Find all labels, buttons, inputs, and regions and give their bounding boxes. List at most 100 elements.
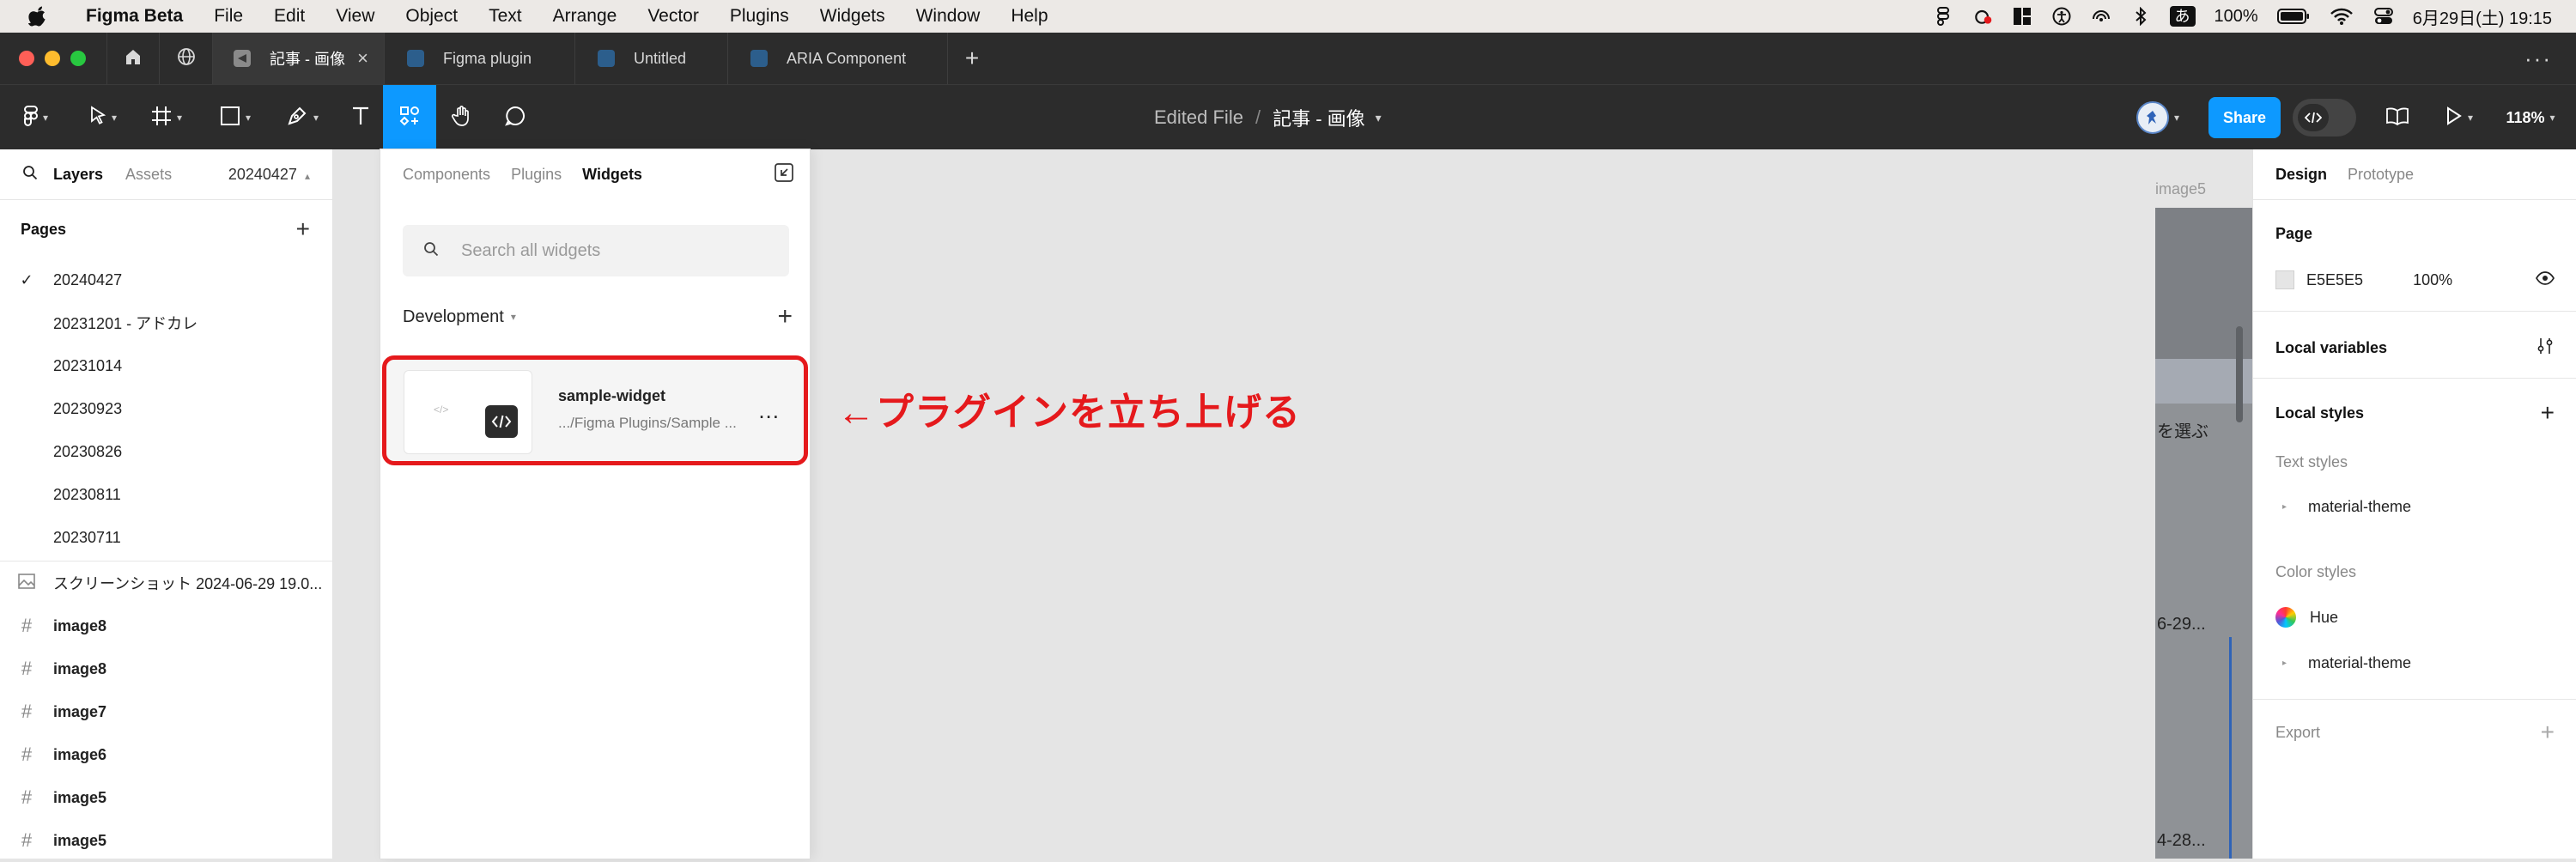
eye-icon[interactable] (2536, 270, 2555, 289)
page-color-swatch[interactable] (2275, 270, 2294, 289)
close-window-button[interactable] (19, 51, 34, 66)
comment-tool[interactable] (489, 85, 541, 150)
design-panel: Design Prototype Page E5E5E5 100% Local … (2252, 149, 2576, 859)
zoom-control[interactable]: 118% ▾ (2492, 85, 2569, 150)
app-menu[interactable]: Figma Beta (70, 6, 198, 27)
canvas-frame[interactable]: を選ぶ 6-29... 4-28... (2155, 208, 2252, 859)
shape-tool[interactable]: ▾ (210, 85, 261, 150)
add-export-button[interactable]: + (2541, 719, 2555, 746)
home-tab[interactable] (106, 33, 160, 84)
menu-vector[interactable]: Vector (632, 6, 714, 27)
layer-item[interactable]: # image7 (0, 690, 332, 733)
page-item[interactable]: 20230923 (0, 387, 332, 430)
new-tab-button[interactable]: + (948, 33, 996, 84)
dev-mode-toggle[interactable] (2293, 99, 2356, 137)
airdrop-icon[interactable] (2091, 7, 2111, 26)
input-method-icon[interactable]: あ (2169, 6, 2196, 27)
widget-more-button[interactable]: ... (758, 398, 780, 424)
current-page-selector[interactable]: 20240427 ▴ (228, 166, 310, 184)
color-style-item[interactable]: Hue (2253, 599, 2576, 635)
minimize-window-button[interactable] (45, 51, 60, 66)
layer-item[interactable]: # image8 (0, 647, 332, 690)
hand-tool[interactable] (436, 85, 488, 150)
frame-scrollbar[interactable] (2236, 326, 2243, 422)
menu-edit[interactable]: Edit (258, 6, 320, 27)
menu-view[interactable]: View (320, 6, 390, 27)
control-center-icon[interactable] (2373, 7, 2394, 26)
zoom-window-button[interactable] (70, 51, 86, 66)
pen-tool[interactable]: ▾ (276, 85, 328, 150)
file-tab-2[interactable]: Untitled (575, 33, 728, 84)
breadcrumb-file[interactable]: Edited File (1154, 106, 1243, 129)
menu-object[interactable]: Object (390, 6, 473, 27)
page-opacity[interactable]: 100% (2413, 271, 2452, 289)
file-tab-1[interactable]: Figma plugin (385, 33, 575, 84)
page-item[interactable]: 20230826 (0, 430, 332, 473)
file-tab-3[interactable]: ARIA Component (728, 33, 948, 84)
frame-tool[interactable]: ▾ (141, 85, 192, 150)
variables-settings-icon[interactable] (2536, 337, 2555, 360)
menu-clock[interactable]: 6月29日(土) 19:15 (2413, 4, 2552, 29)
page-item[interactable]: ✓ 20240427 (0, 258, 332, 301)
tab-assets[interactable]: Assets (125, 166, 172, 184)
add-widget-button[interactable]: + (777, 302, 793, 331)
file-tab-0[interactable]: 記事 - 画像 × (213, 33, 385, 84)
main-menu-button[interactable]: ▾ (12, 85, 60, 150)
tab-design[interactable]: Design (2275, 166, 2327, 184)
add-page-button[interactable]: + (296, 216, 310, 243)
collapse-panel-button[interactable] (774, 162, 794, 187)
resources-tool[interactable] (383, 85, 436, 150)
widget-card[interactable]: </> sample-widget .../Figma Plugins/Samp… (382, 355, 808, 465)
menu-arrange[interactable]: Arrange (538, 6, 633, 27)
menu-plugins[interactable]: Plugins (714, 6, 805, 27)
color-style-item[interactable]: ▸ material-theme (2253, 646, 2576, 680)
library-button[interactable] (2373, 85, 2421, 150)
search-layers-icon[interactable] (22, 165, 43, 185)
present-button[interactable]: ▾ (2435, 85, 2483, 150)
page-fill-row[interactable]: E5E5E5 100% (2253, 261, 2576, 299)
menu-widgets[interactable]: Widgets (805, 6, 901, 27)
tab-widgets[interactable]: Widgets (582, 166, 642, 184)
layout-icon[interactable] (2012, 7, 2032, 26)
menu-file[interactable]: File (198, 6, 258, 27)
close-tab-icon[interactable]: × (357, 47, 368, 70)
user-avatar[interactable]: ▾ (2129, 85, 2186, 150)
chevron-down-icon[interactable]: ▾ (511, 311, 516, 323)
page-item[interactable]: 20230711 (0, 516, 332, 559)
menu-help[interactable]: Help (995, 6, 1063, 27)
search-widgets-field[interactable]: Search all widgets (403, 225, 789, 276)
add-style-button[interactable]: + (2541, 399, 2555, 427)
layer-item[interactable]: # image8 (0, 604, 332, 647)
page-item[interactable]: 20230811 (0, 473, 332, 516)
community-tab[interactable] (160, 33, 213, 84)
menu-window[interactable]: Window (901, 6, 996, 27)
frame-label[interactable]: image5 (2155, 180, 2206, 198)
tab-components[interactable]: Components (403, 166, 490, 184)
layer-item[interactable]: # image5 (0, 819, 332, 862)
figma-status-icon[interactable] (1933, 7, 1953, 26)
apple-icon[interactable] (26, 6, 50, 27)
share-button[interactable]: Share (2208, 97, 2281, 138)
chevron-down-icon[interactable]: ▾ (1376, 111, 1382, 125)
layer-item[interactable]: スクリーンショット 2024-06-29 19.0... (0, 562, 332, 604)
document-title[interactable]: 記事 - 画像 (1273, 104, 1365, 131)
bluetooth-icon[interactable] (2130, 7, 2151, 26)
section-title[interactable]: Development (403, 307, 504, 327)
more-tabs-button[interactable]: ··· (2524, 33, 2552, 84)
menu-text[interactable]: Text (473, 6, 538, 27)
creative-cloud-icon[interactable] (1972, 7, 1993, 26)
text-tool[interactable] (337, 85, 385, 150)
text-style-item[interactable]: ▸ material-theme (2253, 489, 2576, 524)
wifi-icon[interactable] (2329, 7, 2354, 26)
page-color-hex[interactable]: E5E5E5 (2306, 271, 2363, 289)
layer-item[interactable]: # image6 (0, 733, 332, 776)
layer-item[interactable]: # image5 (0, 776, 332, 819)
page-item[interactable]: 20231014 (0, 344, 332, 387)
battery-icon[interactable] (2276, 7, 2310, 26)
tab-layers[interactable]: Layers (53, 166, 103, 184)
move-tool[interactable]: ▾ (79, 85, 127, 150)
tab-prototype[interactable]: Prototype (2348, 166, 2414, 184)
page-item[interactable]: 20231201 - アドカレ (0, 301, 332, 344)
accessibility-icon[interactable] (2051, 7, 2072, 26)
tab-plugins[interactable]: Plugins (511, 166, 562, 184)
